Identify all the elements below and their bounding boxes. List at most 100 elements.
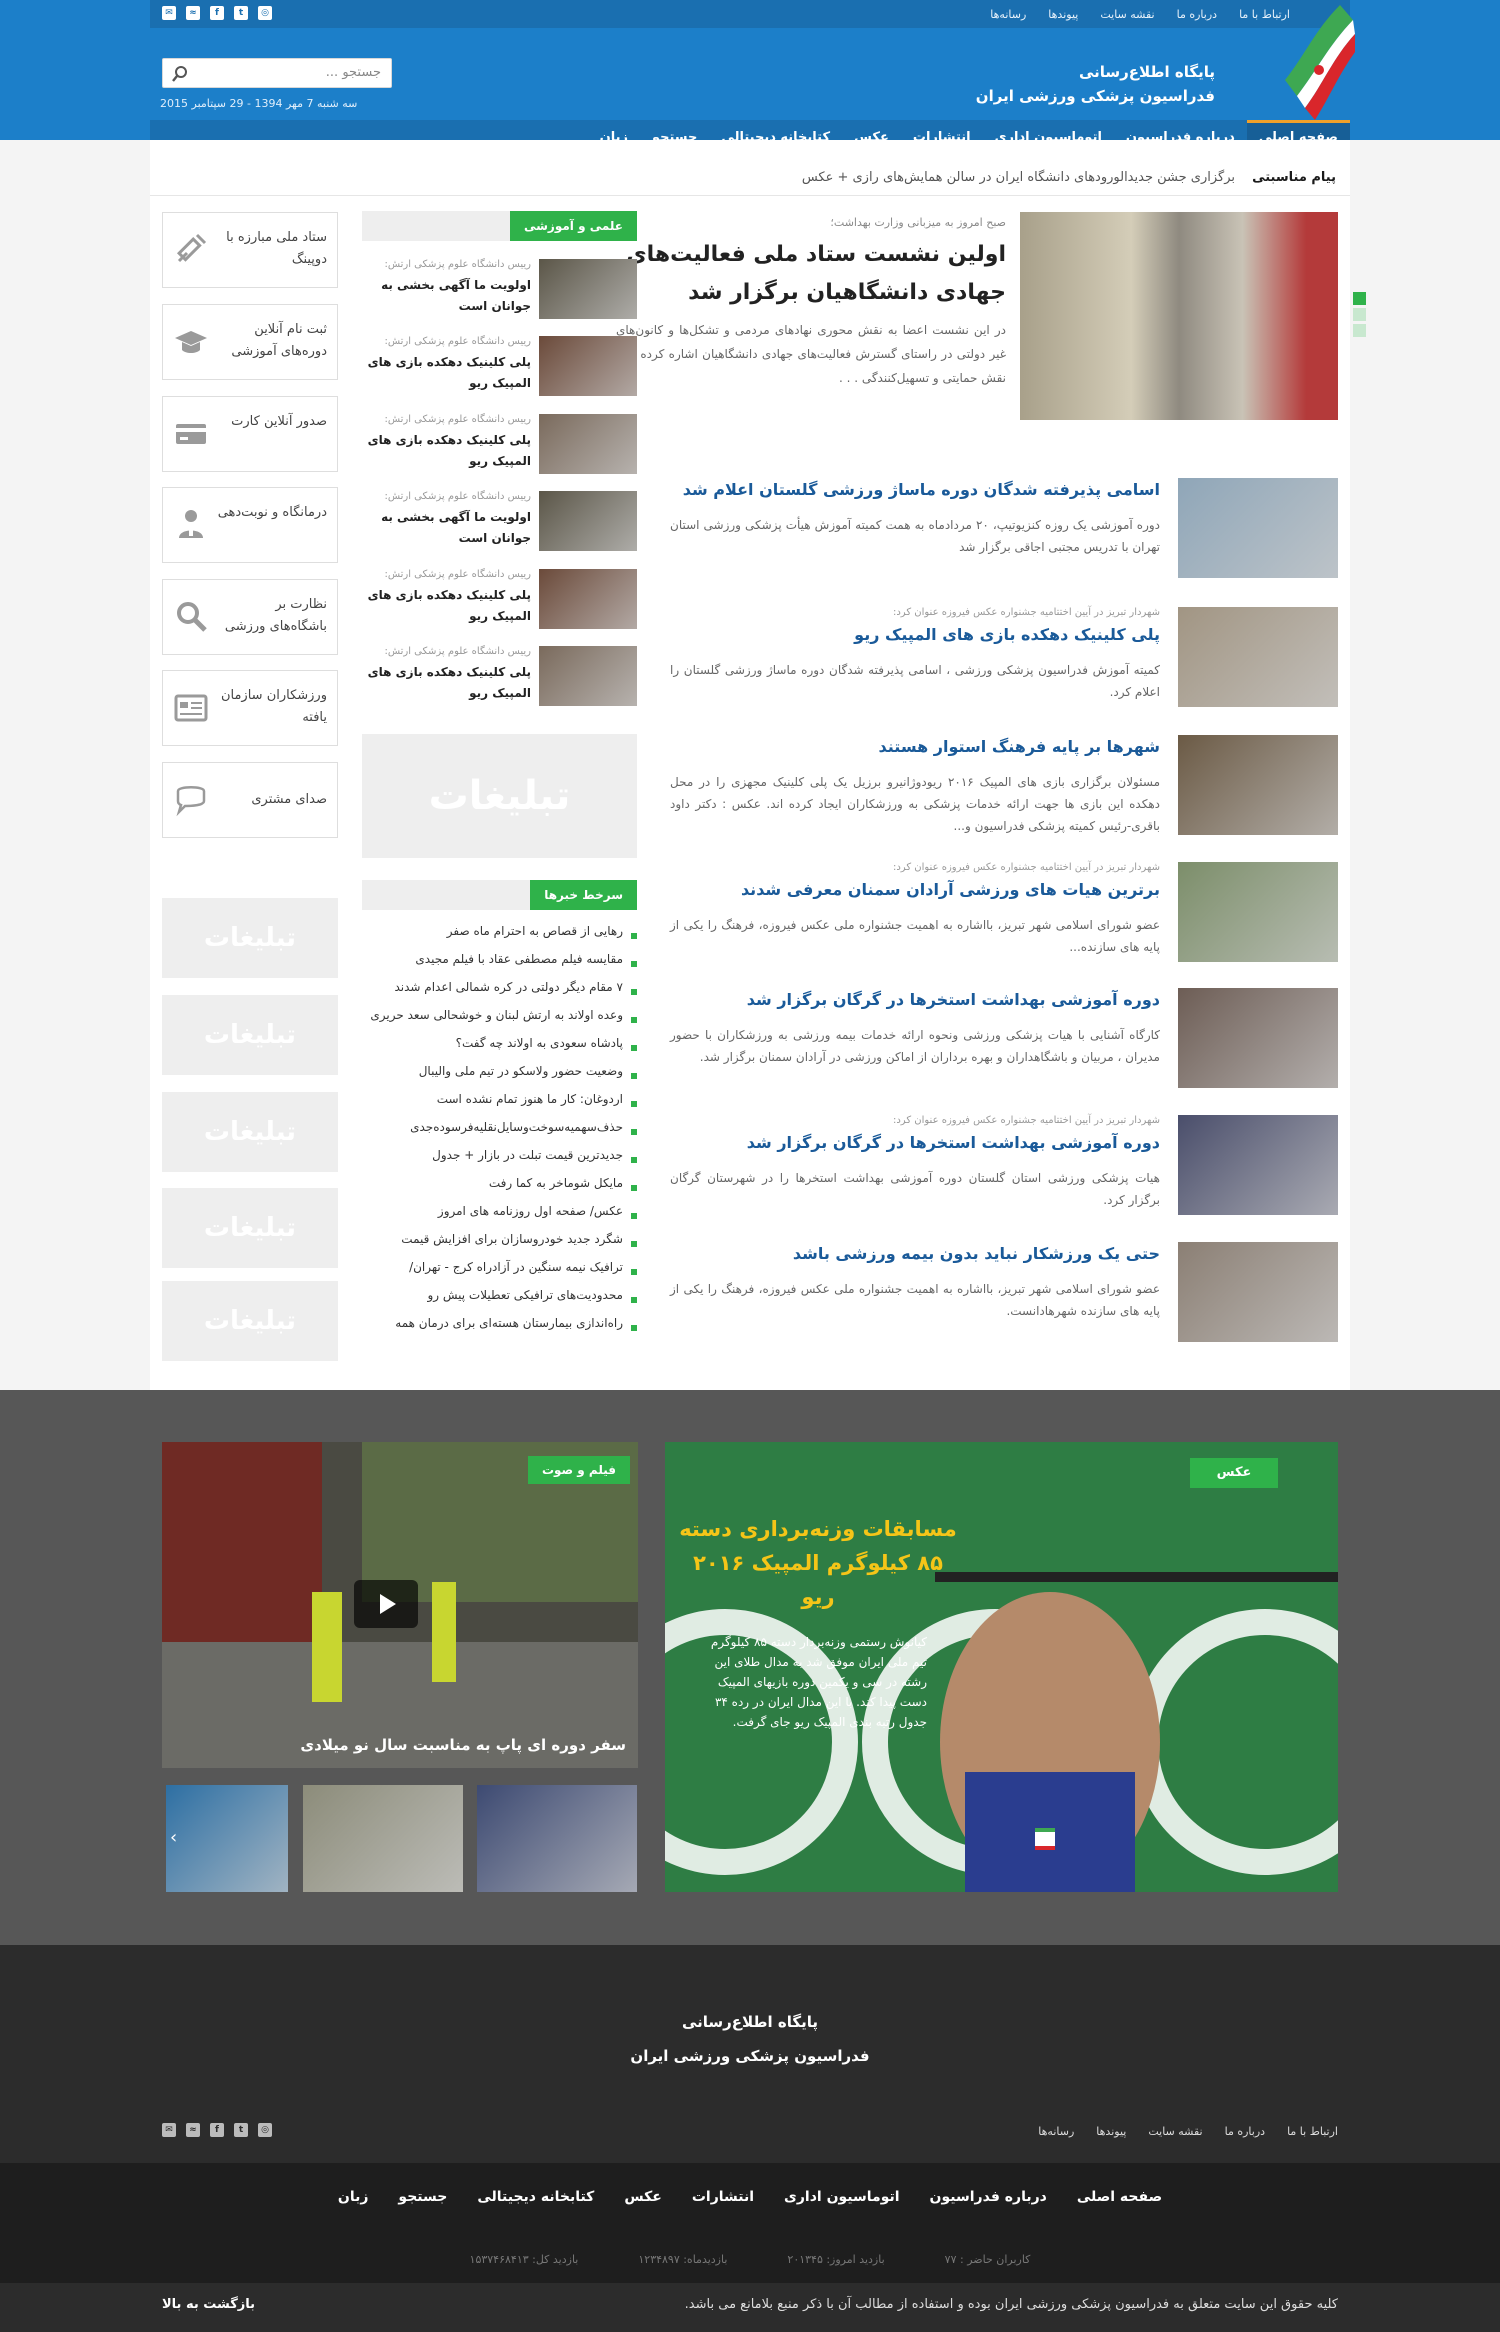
top-link-sitemap[interactable]: نقشه سایت (1100, 8, 1154, 21)
news-image[interactable] (1178, 1242, 1338, 1342)
headline-item[interactable]: ۷ مقام دیگر دولتی در کره شمالی اعدام شدن… (362, 980, 637, 1002)
search-icon[interactable] (171, 65, 189, 83)
footer-link-links[interactable]: پیوندها (1096, 2125, 1126, 2138)
news-title[interactable]: حتی یک ورزشکار نباید بدون بیمه ورزشی باش… (680, 1244, 1160, 1263)
news-title[interactable]: برترین هیات های ورزشی آرادان سمنان معرفی… (680, 880, 1160, 899)
footer-nav-language[interactable]: زبان (338, 2189, 369, 2205)
science-item[interactable]: رییس دانشگاه علوم پزشکی ارتش: اولویت ما … (362, 491, 637, 551)
headline-item[interactable]: وعده اولاند به ارتش لبنان و خوشحالی سعد … (362, 1008, 637, 1030)
quicklink-club-supervision[interactable]: نظارت بر باشگاه‌های ورزشی (162, 579, 338, 655)
science-image[interactable] (539, 414, 637, 474)
news-image[interactable] (1178, 478, 1338, 578)
headlines-heading[interactable]: سرخط خبرها (530, 880, 637, 910)
video-thumbnail[interactable] (477, 1785, 637, 1892)
science-image[interactable] (539, 491, 637, 551)
ad-slot[interactable]: تبلیغات (162, 1188, 338, 1268)
news-image[interactable] (1178, 862, 1338, 962)
news-image[interactable] (1178, 735, 1338, 835)
headline-item[interactable]: مایکل شوماخر به کما رفت (362, 1176, 637, 1198)
science-image[interactable] (539, 259, 637, 319)
photo-feature[interactable]: عکس مسابقات وزنه‌برداری دسته ۸۵ کیلوگرم … (665, 1442, 1338, 1892)
science-item[interactable]: رییس دانشگاه علوم پزشکی ارتش: پلی کلینیک… (362, 414, 637, 474)
search-input[interactable]: جستجو ... (162, 58, 392, 88)
instagram-icon[interactable]: ◎ (258, 2123, 272, 2137)
ad-slot[interactable]: تبلیغات (162, 995, 338, 1075)
news-title[interactable]: دوره آموزشی بهداشت استخرها در گرگان برگز… (680, 990, 1160, 1009)
footer-link-sitemap[interactable]: نقشه سایت (1148, 2125, 1202, 2138)
slider-dot[interactable] (1353, 308, 1366, 321)
news-title[interactable]: شهرها بر پایه فرهنگ استوار هستند (680, 737, 1160, 756)
facebook-icon[interactable]: f (210, 2123, 224, 2137)
top-link-media[interactable]: رسانه‌ها (990, 8, 1026, 21)
back-to-top-link[interactable]: بازگشت به بالا (162, 2297, 255, 2312)
quicklink-customer-voice[interactable]: صدای مشتری (162, 762, 338, 838)
headline-item[interactable]: شگرد جدید خودروسازان برای افزایش قیمت (362, 1232, 637, 1254)
footer-nav-search[interactable]: جستجو (398, 2189, 447, 2205)
science-item[interactable]: رییس دانشگاه علوم پزشکی ارتش: پلی کلینیک… (362, 569, 637, 629)
footer-nav-home[interactable]: صفحه اصلی (1077, 2189, 1162, 2205)
slider-dot[interactable] (1353, 292, 1366, 305)
news-title[interactable]: دوره آموزشی بهداشت استخرها در گرگان برگز… (680, 1133, 1160, 1152)
headline-item[interactable]: ترافیک نیمه سنگین در آزادراه کرج - تهران… (362, 1260, 637, 1282)
science-item[interactable]: رییس دانشگاه علوم پزشکی ارتش: اولویت ما … (362, 259, 637, 319)
science-title[interactable]: پلی کلینیک دهکده بازی های المپیک ریو (366, 430, 531, 472)
footer-nav-digital-library[interactable]: کتابخانه دیجیتالی (477, 2189, 594, 2205)
rss-icon[interactable]: ≈ (186, 6, 200, 20)
photo-label[interactable]: عکس (1190, 1458, 1278, 1488)
video-feature[interactable]: فیلم و صوت سفر دوره ای پاپ به مناسبت سال… (162, 1442, 638, 1768)
headline-item[interactable]: جدیدترین قیمت تبلت در بازار + جدول (362, 1148, 637, 1170)
slider-dot[interactable] (1353, 324, 1366, 337)
ad-slot[interactable]: تبلیغات (162, 1092, 338, 1172)
headline-item[interactable]: اردوغان: کار ما هنوز تمام نشده است (362, 1092, 637, 1114)
ad-slot[interactable]: تبلیغات (162, 898, 338, 978)
mail-icon[interactable]: ✉ (162, 2123, 176, 2137)
footer-nav-office-automation[interactable]: اتوماسیون اداری (784, 2189, 900, 2205)
lead-title[interactable]: اولین نشست ستاد ملی فعالیت‌های جهادی دان… (606, 236, 1006, 312)
rss-icon[interactable]: ≈ (186, 2123, 200, 2137)
site-logo[interactable]: پایگاه اطلاع‌رسانی فدراسیون پزشکی ورزشی … (976, 60, 1215, 108)
quicklink-anti-doping[interactable]: ستاد ملی مبارزه با دوپینگ (162, 212, 338, 288)
science-heading[interactable]: علمی و آموزشی (509, 211, 637, 241)
science-title[interactable]: پلی کلینیک دهکده بازی های المپیک ریو (366, 585, 531, 627)
video-thumbnail[interactable] (303, 1785, 463, 1892)
science-title[interactable]: اولویت ما آگهی بخشی به جوانان است (366, 507, 531, 549)
ad-slot[interactable]: تبلیغات (162, 1281, 338, 1361)
headline-item[interactable]: راه‌اندازی بیمارستان هسته‌ای برای درمان … (362, 1316, 637, 1338)
science-title[interactable]: اولویت ما آگهی بخشی به جوانان است (366, 275, 531, 317)
news-image[interactable] (1178, 607, 1338, 707)
science-item[interactable]: رییس دانشگاه علوم پزشکی ارتش: پلی کلینیک… (362, 336, 637, 396)
science-title[interactable]: پلی کلینیک دهکده بازی های المپیک ریو (366, 352, 531, 394)
science-image[interactable] (539, 646, 637, 706)
headline-item[interactable]: وضعیت حضور ولاسکو در تیم ملی والیبال (362, 1064, 637, 1086)
headline-item[interactable]: حذف‌سهمیه‌سوخت‌وسایل‌نقلیه‌فرسوده‌جدی (362, 1120, 637, 1142)
footer-link-contact[interactable]: ارتباط با ما (1287, 2125, 1338, 2138)
instagram-icon[interactable]: ◎ (258, 6, 272, 20)
mail-icon[interactable]: ✉ (162, 6, 176, 20)
lead-image[interactable] (1020, 212, 1338, 420)
quicklink-athletes[interactable]: ورزشکاران سازمان یافته (162, 670, 338, 746)
facebook-icon[interactable]: f (210, 6, 224, 20)
news-image[interactable] (1178, 988, 1338, 1088)
news-title[interactable]: اسامی پذیرفته شدگان دوره ماساژ ورزشی گلس… (680, 480, 1160, 499)
headline-item[interactable]: عکس/ صفحه اول روزنامه های امروز (362, 1204, 637, 1226)
science-title[interactable]: پلی کلینیک دهکده بازی های المپیک ریو (366, 662, 531, 704)
chevron-left-icon[interactable]: ‹ (170, 1827, 177, 1848)
footer-nav-publications[interactable]: انتشارات (692, 2189, 754, 2205)
headline-item[interactable]: محدودیت‌های ترافیکی تعطیلات پیش رو (362, 1288, 637, 1310)
science-image[interactable] (539, 336, 637, 396)
footer-link-media[interactable]: رسانه‌ها (1038, 2125, 1074, 2138)
play-button[interactable] (354, 1580, 418, 1628)
ticker-text[interactable]: برگزاری جشن جدیدالورودهای دانشگاه ایران … (802, 170, 1235, 185)
ad-banner[interactable]: تبلیغات (362, 734, 637, 858)
headline-item[interactable]: مقایسه فیلم مصطفی عقاد با فیلم مجیدی (362, 952, 637, 974)
headline-item[interactable]: رهایی از قصاص به احترام ماه صفر (362, 924, 637, 946)
video-thumbnail[interactable]: ‹ (166, 1785, 288, 1892)
news-title[interactable]: پلی کلینیک دهکده بازی های المپیک ریو (680, 625, 1160, 644)
top-link-links[interactable]: پیوندها (1048, 8, 1078, 21)
science-image[interactable] (539, 569, 637, 629)
footer-nav-about-federation[interactable]: درباره فدراسیون (930, 2189, 1047, 2205)
quicklink-card-issue[interactable]: صدور آنلاین کارت (162, 396, 338, 472)
footer-nav-photo[interactable]: عکس (624, 2189, 662, 2205)
video-label[interactable]: فیلم و صوت (527, 1456, 630, 1484)
quicklink-clinic[interactable]: درمانگاه و نوبت‌دهی (162, 487, 338, 563)
